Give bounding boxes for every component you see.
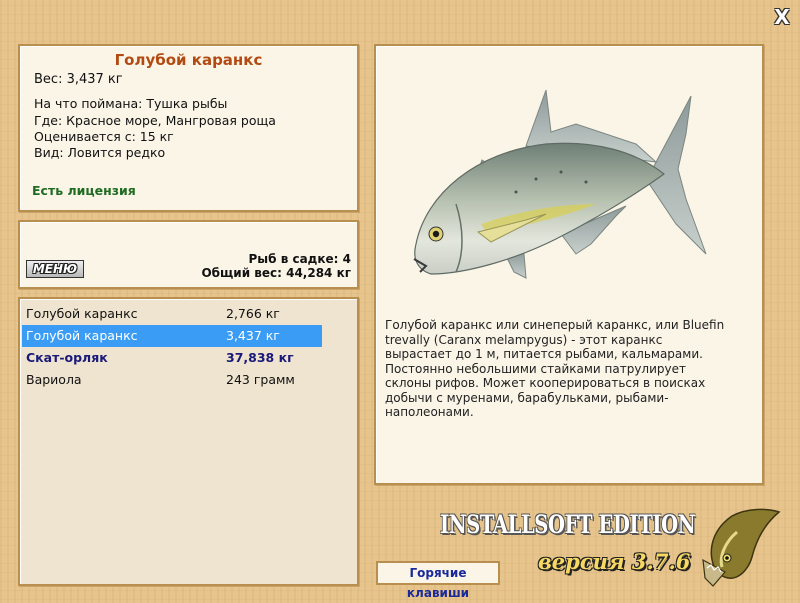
- caught-with: На что поймана: Тушка рыбы: [34, 96, 228, 111]
- fish-image-panel: Голубой каранкс или синеперый каранкс, и…: [374, 44, 764, 485]
- fish-weight: Вес: 3,437 кг: [34, 72, 123, 87]
- pike-logo-icon: [702, 508, 781, 587]
- brand-title: INSTALLSOFT EDITION: [440, 510, 696, 539]
- species-rarity: Вид: Ловится редко: [34, 145, 166, 160]
- version-label: версия 3.7.6: [538, 549, 691, 574]
- fish-image: [413, 89, 707, 279]
- list-item-name: Голубой каранкс: [26, 328, 138, 343]
- list-item[interactable]: Голубой каранкс 2,766 кг: [22, 303, 322, 325]
- catch-location: Где: Красное море, Мангровая роща: [34, 113, 276, 128]
- list-item[interactable]: Скат-орляк 37,838 кг: [22, 347, 322, 369]
- rated-from: Оценивается с: 15 кг: [34, 129, 174, 144]
- list-item-name: Скат-орляк: [26, 350, 108, 365]
- keep-net-panel: МЕНЮ Рыб в садке: 4 Общий вес: 44,284 кг: [18, 220, 359, 289]
- menu-button[interactable]: МЕНЮ: [26, 260, 84, 278]
- list-item[interactable]: Вариола 243 грамм: [22, 369, 322, 391]
- catch-list: Голубой каранкс 2,766 кг Голубой каранкс…: [18, 297, 359, 586]
- list-item-weight: 243 грамм: [226, 372, 295, 387]
- fish-count: Рыб в садке: 4: [248, 252, 352, 266]
- list-item-weight: 3,437 кг: [226, 328, 280, 343]
- total-weight: Общий вес: 44,284 кг: [201, 266, 351, 280]
- close-icon[interactable]: X: [771, 6, 793, 28]
- fish-description: Голубой каранкс или синеперый каранкс, и…: [385, 318, 725, 419]
- hotkeys-button[interactable]: Горячие клавиши: [376, 561, 500, 600]
- list-item-weight: 2,766 кг: [226, 306, 280, 321]
- fish-title: Голубой каранкс: [114, 51, 263, 69]
- fish-info-panel: Голубой каранкс Вес: 3,437 кг На что пой…: [18, 44, 359, 212]
- list-item-weight: 37,838 кг: [226, 350, 294, 365]
- list-item-name: Голубой каранкс: [26, 306, 138, 321]
- list-item-name: Вариола: [26, 372, 82, 387]
- list-item[interactable]: Голубой каранкс 3,437 кг: [22, 325, 322, 347]
- license-status: Есть лицензия: [32, 183, 136, 198]
